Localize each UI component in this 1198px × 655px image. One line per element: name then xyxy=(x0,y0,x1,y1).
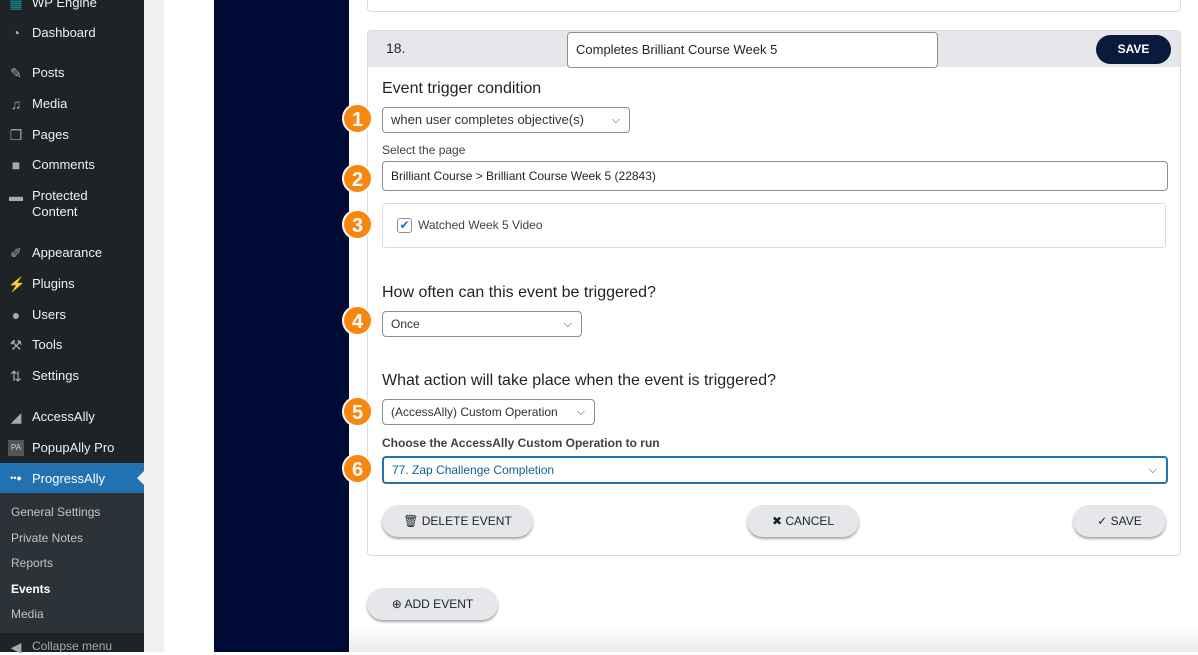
event-number: 18. xyxy=(386,40,406,56)
collapse-menu[interactable]: ◀ Collapse menu xyxy=(0,639,144,655)
operation-select[interactable]: 77. Zap Challenge Completion ⌵ xyxy=(382,456,1168,484)
active-arrow xyxy=(130,471,144,485)
menu-pages[interactable]: ❐ Pages xyxy=(0,127,144,143)
menu-comments[interactable]: ■ Comments xyxy=(0,157,144,173)
operation-label: Choose the AccessAlly Custom Operation t… xyxy=(382,436,660,450)
frequency-select[interactable]: Once ⌵ xyxy=(382,311,582,337)
menu-tools[interactable]: ⚒ Tools xyxy=(0,337,144,353)
badge-4: 4 xyxy=(342,305,373,336)
objective-checkbox[interactable]: ✔ xyxy=(397,218,412,233)
dashboard-icon: ◔ xyxy=(11,25,21,41)
chevron-down-icon: ⌵ xyxy=(563,318,572,330)
chevron-down-icon: ⌵ xyxy=(576,406,585,418)
pin-icon: ✎ xyxy=(10,65,22,81)
objectives-box: ✔ Watched Week 5 Video xyxy=(382,203,1166,248)
page-gutter xyxy=(144,0,164,652)
plug-icon: ⚡ xyxy=(8,276,26,292)
save-button[interactable]: ✓ SAVE xyxy=(1073,505,1166,537)
footer-shadow xyxy=(349,625,1198,652)
wrench-icon: ⚒ xyxy=(9,337,23,353)
event-name-input[interactable]: Completes Brilliant Course Week 5 xyxy=(567,32,938,68)
submenu-private-notes[interactable]: Private Notes xyxy=(11,531,83,545)
folder-lock-icon: ▬ xyxy=(9,188,23,204)
badge-5: 5 xyxy=(342,396,373,427)
chevron-down-icon: ⌵ xyxy=(1148,464,1157,476)
settings-icon: ⇅ xyxy=(10,368,22,384)
menu-protected-content[interactable]: ▬ Protected Content xyxy=(0,188,144,220)
menu-wp-engine[interactable]: ▦ WP Engine xyxy=(0,0,144,11)
save-top-button[interactable]: SAVE xyxy=(1096,35,1171,64)
delete-event-button[interactable]: 🗑 DELETE EVENT xyxy=(382,505,533,537)
wp-engine-icon: ▦ xyxy=(9,0,23,11)
previous-event-card xyxy=(367,0,1181,12)
menu-media[interactable]: ♫ Media xyxy=(0,96,144,112)
cancel-button[interactable]: ✖ CANCEL xyxy=(747,505,859,537)
menu-progressally[interactable]: ••● ProgressAlly xyxy=(0,463,144,493)
badge-3: 3 xyxy=(342,209,373,240)
plus-circle-icon: ⊕ xyxy=(391,597,402,611)
navy-panel xyxy=(214,0,349,652)
submenu-reports[interactable]: Reports xyxy=(11,556,53,570)
comment-icon: ■ xyxy=(11,157,21,173)
submenu: General Settings Private Notes Reports E… xyxy=(0,493,144,633)
trash-icon: 🗑 xyxy=(403,514,419,528)
menu-users[interactable]: ● Users xyxy=(0,307,144,323)
badge-2: 2 xyxy=(342,163,373,194)
objective-label: Watched Week 5 Video xyxy=(418,218,543,232)
frequency-heading: How often can this event be triggered? xyxy=(382,284,656,301)
page-select[interactable]: Brilliant Course > Brilliant Course Week… xyxy=(382,161,1168,191)
menu-plugins[interactable]: ⚡ Plugins xyxy=(0,276,144,292)
submenu-general-settings[interactable]: General Settings xyxy=(11,505,100,519)
menu-dashboard[interactable]: ◔ Dashboard xyxy=(0,25,144,41)
accessally-icon: ◢ xyxy=(10,409,22,425)
user-icon: ● xyxy=(11,307,21,323)
menu-posts[interactable]: ✎ Posts xyxy=(0,65,144,81)
admin-sidebar: ▦ WP Engine ◔ Dashboard ✎ Posts ♫ Media ❐ Pag… xyxy=(0,0,144,655)
brush-icon: ✐ xyxy=(10,245,22,261)
popupally-icon: PA xyxy=(8,440,24,456)
trigger-heading: Event trigger condition xyxy=(382,80,542,97)
check-icon: ✓ xyxy=(1097,514,1108,528)
badge-1: 1 xyxy=(342,103,373,134)
chevron-down-icon: ⌵ xyxy=(611,114,620,126)
media-icon: ♫ xyxy=(10,96,22,112)
progressally-icon: ••● xyxy=(10,473,22,483)
menu-appearance[interactable]: ✐ Appearance xyxy=(0,245,144,261)
collapse-icon: ◀ xyxy=(10,639,22,655)
menu-accessally[interactable]: ◢ AccessAlly xyxy=(0,409,144,425)
action-heading: What action will take place when the eve… xyxy=(382,372,776,389)
menu-popupally-pro[interactable]: PA PopupAlly Pro xyxy=(0,440,144,456)
cancel-icon: ✖ xyxy=(771,514,783,528)
action-select[interactable]: (AccessAlly) Custom Operation ⌵ xyxy=(382,399,595,425)
add-event-button[interactable]: ⊕ ADD EVENT xyxy=(367,588,498,620)
pages-icon: ❐ xyxy=(9,127,23,143)
menu-settings[interactable]: ⇅ Settings xyxy=(0,368,144,384)
page-label: Select the page xyxy=(382,143,466,157)
trigger-select[interactable]: when user completes objective(s) ⌵ xyxy=(382,107,630,133)
badge-6: 6 xyxy=(342,453,373,484)
submenu-media[interactable]: Media xyxy=(11,607,44,621)
submenu-events[interactable]: Events xyxy=(11,582,50,596)
